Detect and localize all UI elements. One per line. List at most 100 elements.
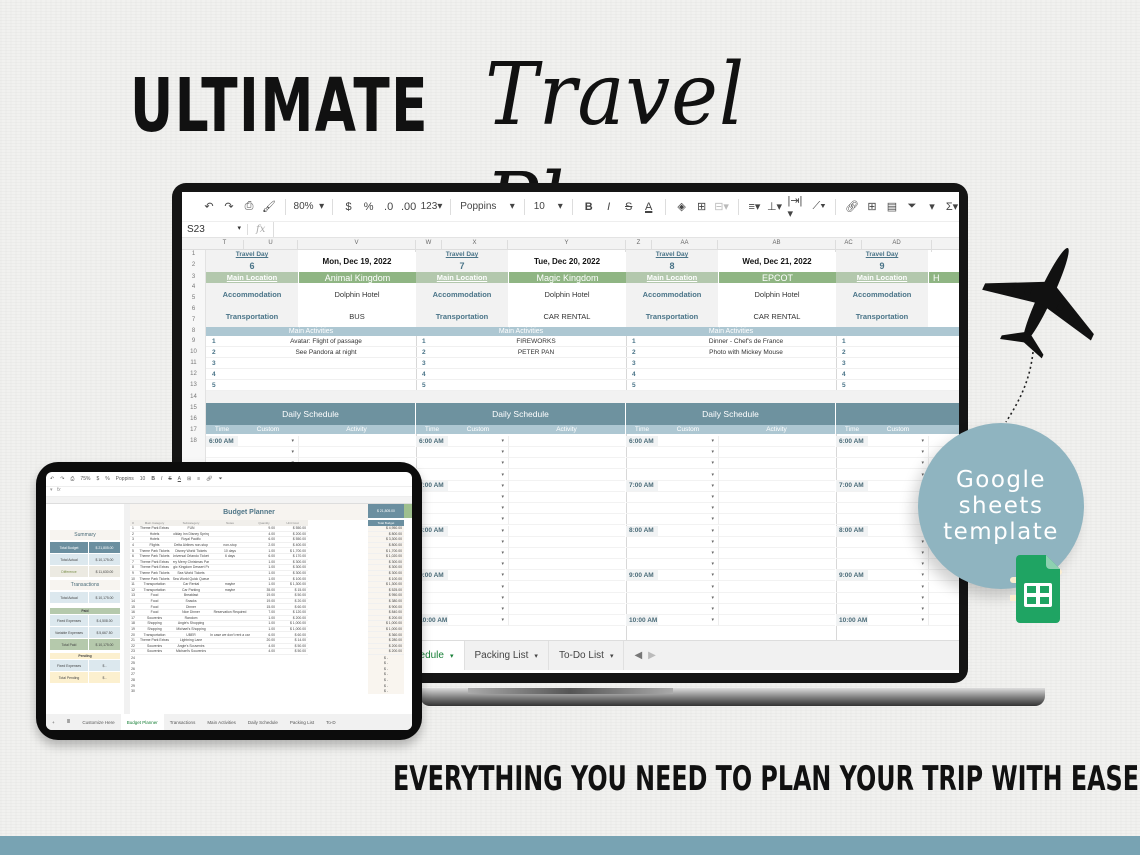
- font-size-select[interactable]: 10 ▾: [534, 197, 563, 217]
- tab-packing-list[interactable]: Packing List ▾: [465, 641, 549, 670]
- custom-dropdown[interactable]: ▾: [448, 492, 508, 503]
- filter-views-dropdown[interactable]: ▾: [925, 197, 939, 217]
- row-header[interactable]: 17: [182, 425, 206, 436]
- schedule-time[interactable]: 7:00 AM: [836, 480, 868, 492]
- decrease-decimal-button[interactable]: .0: [382, 197, 396, 217]
- custom-dropdown[interactable]: ▾: [658, 604, 718, 615]
- row-header[interactable]: 7: [182, 314, 206, 327]
- custom-dropdown[interactable]: ▾: [658, 593, 718, 604]
- custom-dropdown[interactable]: ▾: [658, 570, 718, 582]
- tablet-font-size-select[interactable]: 10: [140, 476, 146, 482]
- scroll-left-icon[interactable]: ◀: [634, 650, 642, 661]
- activity-item[interactable]: [866, 358, 959, 369]
- custom-dropdown[interactable]: ▾: [238, 447, 298, 459]
- custom-dropdown[interactable]: ▾: [868, 570, 928, 582]
- custom-dropdown[interactable]: ▾: [448, 447, 508, 459]
- redo-icon[interactable]: ↷: [60, 476, 64, 482]
- percent-format-button[interactable]: %: [105, 476, 109, 482]
- custom-dropdown[interactable]: ▾: [868, 436, 928, 447]
- activity-item[interactable]: Dinner - Chef's de France: [656, 336, 836, 347]
- schedule-activity-cell[interactable]: [508, 536, 625, 548]
- schedule-time[interactable]: 8:00 AM: [836, 525, 868, 537]
- transportation-value[interactable]: [928, 305, 959, 327]
- travel-day-number[interactable]: 9: [836, 259, 928, 272]
- schedule-activity-cell[interactable]: [718, 492, 835, 503]
- schedule-activity-cell[interactable]: [718, 559, 835, 571]
- row-header[interactable]: 4: [182, 283, 206, 292]
- custom-dropdown[interactable]: ▾: [448, 537, 508, 548]
- schedule-activity-cell[interactable]: [508, 447, 625, 459]
- schedule-time[interactable]: [836, 582, 868, 593]
- schedule-time[interactable]: 10:00 AM: [626, 615, 658, 627]
- custom-dropdown[interactable]: ▾: [658, 458, 718, 470]
- schedule-activity-cell[interactable]: [718, 525, 835, 537]
- schedule-time[interactable]: [836, 514, 868, 526]
- tablet-tab-budget-planner[interactable]: Budget Planner: [120, 714, 164, 730]
- insert-chart-icon[interactable]: ▤: [885, 197, 899, 217]
- custom-dropdown[interactable]: ▾: [448, 615, 508, 627]
- insert-link-icon[interactable]: 🔗︎: [845, 197, 859, 217]
- accommodation-value[interactable]: Dolphin Hotel: [298, 283, 416, 305]
- text-color-button[interactable]: A: [178, 476, 181, 482]
- schedule-activity-cell[interactable]: [508, 581, 625, 593]
- row-header[interactable]: 11: [182, 358, 206, 369]
- schedule-time[interactable]: [626, 593, 658, 604]
- functions-button[interactable]: Σ ▾: [945, 197, 959, 217]
- custom-dropdown[interactable]: ▾: [658, 526, 718, 537]
- row-header[interactable]: 2: [182, 259, 206, 272]
- row-header[interactable]: 1: [182, 250, 206, 259]
- borders-icon[interactable]: ⊞: [187, 476, 191, 482]
- schedule-time[interactable]: [626, 458, 658, 470]
- schedule-activity-cell[interactable]: [928, 581, 959, 593]
- accommodation-value[interactable]: Dolphin Hotel: [508, 283, 626, 305]
- schedule-activity-cell[interactable]: [718, 480, 835, 492]
- transportation-value[interactable]: BUS: [298, 305, 416, 327]
- budget-cell[interactable]: Souvenirs: [136, 649, 173, 655]
- undo-icon[interactable]: ↶: [202, 197, 216, 217]
- schedule-activity-cell[interactable]: [508, 514, 625, 526]
- schedule-activity-cell[interactable]: [718, 469, 835, 481]
- schedule-time[interactable]: 8:00 AM: [626, 525, 658, 537]
- budget-cell[interactable]: [209, 649, 251, 655]
- bold-button[interactable]: B: [582, 197, 596, 217]
- activity-item[interactable]: [656, 380, 836, 391]
- budget-cell[interactable]: Michael's Souvenirs: [173, 649, 209, 655]
- custom-dropdown[interactable]: ▾: [658, 537, 718, 548]
- custom-dropdown[interactable]: ▾: [658, 559, 718, 571]
- formula-input[interactable]: [273, 222, 959, 237]
- custom-dropdown[interactable]: ▾: [448, 503, 508, 515]
- schedule-time[interactable]: [626, 492, 658, 503]
- schedule-time[interactable]: [206, 447, 238, 459]
- schedule-time[interactable]: [626, 559, 658, 571]
- custom-dropdown[interactable]: ▾: [868, 582, 928, 593]
- schedule-activity-cell[interactable]: [298, 447, 415, 459]
- row-header[interactable]: 18: [182, 436, 206, 447]
- schedule-time[interactable]: [836, 593, 868, 604]
- custom-dropdown[interactable]: ▾: [658, 503, 718, 515]
- bold-button[interactable]: B: [151, 476, 155, 482]
- custom-dropdown[interactable]: ▾: [868, 615, 928, 627]
- schedule-time[interactable]: 6:00 AM: [626, 436, 658, 447]
- schedule-time[interactable]: 9:00 AM: [626, 570, 658, 582]
- custom-dropdown[interactable]: ▾: [448, 559, 508, 571]
- horizontal-align-icon[interactable]: ≡▾: [747, 197, 761, 217]
- schedule-activity-cell[interactable]: [508, 525, 625, 537]
- currency-format-button[interactable]: $: [342, 197, 356, 217]
- activity-item[interactable]: [866, 369, 959, 380]
- align-icon[interactable]: ≡: [197, 476, 200, 482]
- chevron-down-icon[interactable]: ▾: [450, 652, 454, 660]
- custom-dropdown[interactable]: ▾: [448, 582, 508, 593]
- row-header[interactable]: 13: [182, 380, 206, 391]
- vertical-align-icon[interactable]: ⊥▾: [767, 197, 782, 217]
- travel-day-number[interactable]: 7: [416, 259, 508, 272]
- activity-item[interactable]: [236, 369, 416, 380]
- custom-dropdown[interactable]: ▾: [448, 481, 508, 492]
- schedule-time[interactable]: [836, 604, 868, 615]
- custom-dropdown[interactable]: ▾: [448, 514, 508, 526]
- schedule-time[interactable]: [836, 470, 868, 481]
- custom-dropdown[interactable]: ▾: [238, 436, 298, 447]
- schedule-time[interactable]: [626, 604, 658, 615]
- schedule-time[interactable]: [836, 458, 868, 470]
- custom-dropdown[interactable]: ▾: [448, 526, 508, 537]
- activity-item[interactable]: [236, 380, 416, 391]
